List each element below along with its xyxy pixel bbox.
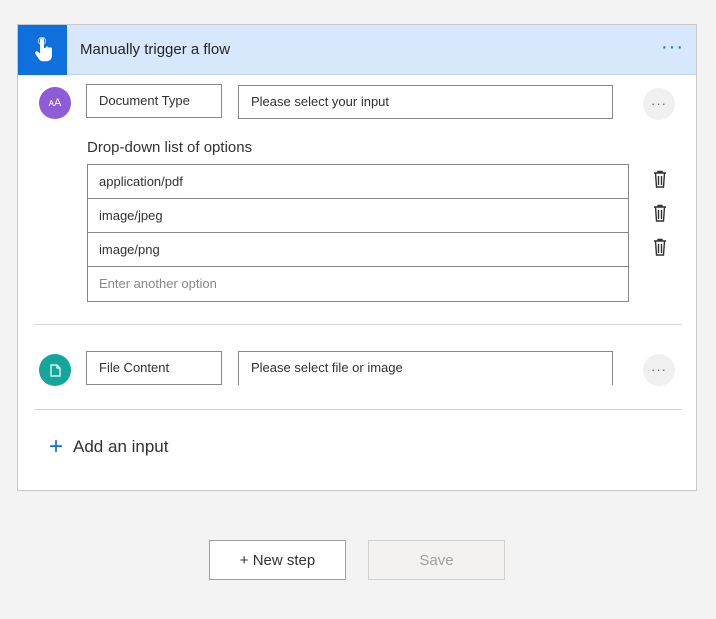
trash-icon[interactable] xyxy=(651,169,669,189)
add-input-button[interactable]: + Add an input xyxy=(49,433,169,460)
section-divider xyxy=(34,324,682,325)
dropdown-option[interactable]: application/pdf xyxy=(88,165,628,199)
input-value-field[interactable]: Please select your input xyxy=(238,85,613,119)
new-option-input[interactable]: Enter another option xyxy=(88,267,628,301)
section-divider xyxy=(34,409,682,410)
trigger-header[interactable]: Manually trigger a flow ··· xyxy=(18,25,696,75)
input-more-button[interactable]: ··· xyxy=(643,88,675,120)
trash-icon[interactable] xyxy=(651,237,669,257)
plus-icon: + xyxy=(49,433,64,460)
input-value-field[interactable]: Please select file or image xyxy=(238,351,613,385)
input-name-field[interactable]: File Content xyxy=(86,351,222,385)
dropdown-option[interactable]: image/png xyxy=(88,233,628,267)
dropdown-option[interactable]: image/jpeg xyxy=(88,199,628,233)
add-input-label: Add an input xyxy=(73,437,169,456)
text-aa-icon: ᴀA xyxy=(39,87,71,119)
new-step-button[interactable]: + New step xyxy=(209,540,346,580)
input-name-field[interactable]: Document Type xyxy=(86,84,222,118)
text-input-avatar-label: ᴀA xyxy=(48,97,62,109)
trigger-card: Manually trigger a flow ··· ᴀA Document … xyxy=(17,24,697,491)
dropdown-options-list: application/pdf image/jpeg image/png Ent… xyxy=(87,164,629,302)
document-icon xyxy=(39,354,71,386)
input-more-button[interactable]: ··· xyxy=(643,354,675,386)
dropdown-options-label: Drop-down list of options xyxy=(87,139,253,156)
trash-icon[interactable] xyxy=(651,203,669,223)
save-button[interactable]: Save xyxy=(368,540,505,580)
trigger-title: Manually trigger a flow xyxy=(80,41,231,58)
trigger-more-button[interactable]: ··· xyxy=(661,37,684,57)
touch-hand-icon xyxy=(18,25,67,75)
